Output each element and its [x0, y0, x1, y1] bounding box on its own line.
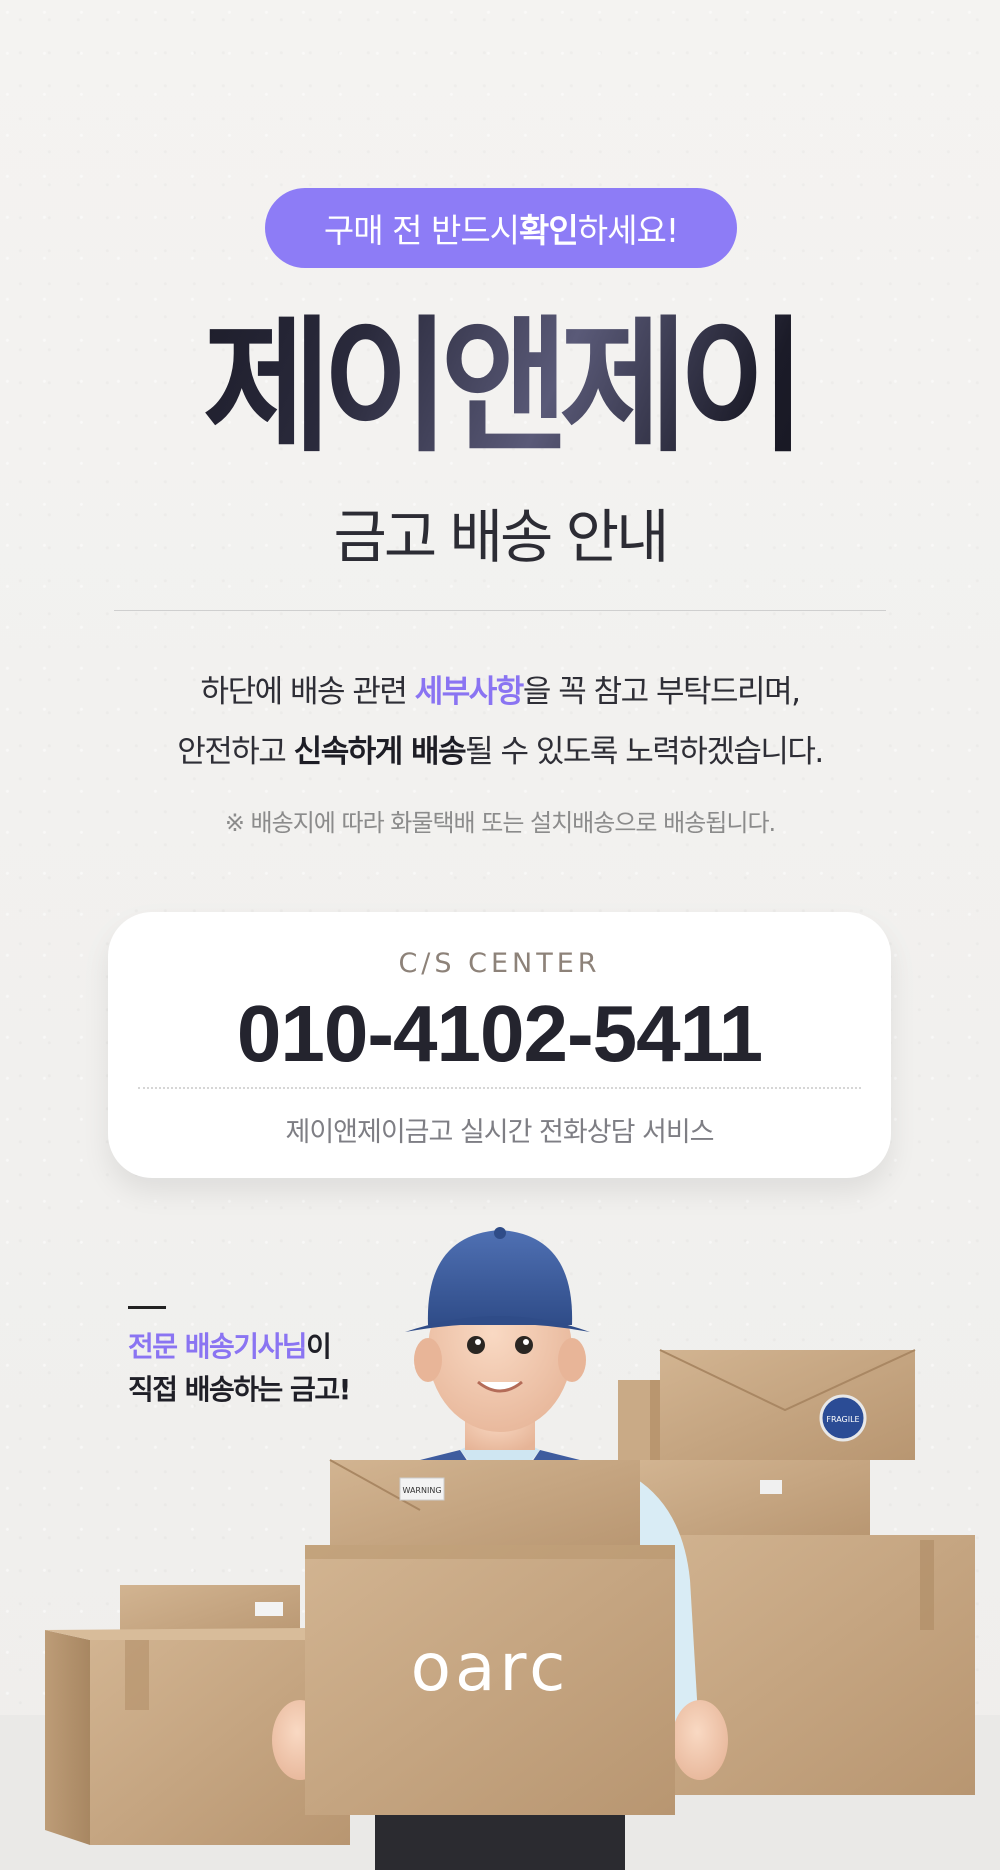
held-boxes: WARNING oarc [305, 1459, 675, 1815]
desc-bold: 신속하게 배송 [293, 734, 467, 770]
banner-prefix: 구매 전 반드시 [323, 211, 520, 250]
cs-label: C/S CENTER [398, 948, 601, 979]
cs-dotted-divider [138, 1087, 861, 1089]
delivery-illustration: FRAGILE WARNING oarc [45, 1227, 975, 1870]
desc-text: 하단에 배송 관련 [200, 674, 415, 710]
cs-phone-number[interactable]: 010-4102-5411 [108, 988, 891, 1080]
cs-service-text: 제이앤제이금고 실시간 전화상담 서비스 [285, 1117, 714, 1148]
page-subtitle: 금고 배송 안내 [333, 503, 669, 571]
desc-text: 안전하고 [177, 734, 294, 770]
shipping-note: ※ 배송지에 따라 화물택배 또는 설치배송으로 배송됩니다. [224, 809, 776, 837]
description-line-1: 하단에 배송 관련 세부사항을 꼭 참고 부탁드리며, [0, 666, 1000, 711]
description-line-2: 안전하고 신속하게 배송될 수 있도록 노력하겠습니다. [0, 726, 1000, 771]
desc-text: 을 꼭 참고 부탁드리며, [522, 674, 801, 710]
oarc-logo: oarc [411, 1629, 570, 1706]
banner-emphasis: 확인 [519, 211, 579, 250]
notice-banner: 구매 전 반드시 확인 하세요! [265, 188, 737, 268]
divider [114, 610, 886, 611]
brand-title: 제이앤제이 [0, 314, 1000, 462]
fragile-sticker: FRAGILE [826, 1415, 859, 1424]
banner-suffix: 하세요! [577, 211, 679, 250]
cs-center-card: C/S CENTER 010-4102-5411 제이앤제이금고 실시간 전화상… [108, 912, 891, 1178]
desc-text: 될 수 있도록 노력하겠습니다. [465, 734, 824, 770]
desc-accent: 세부사항 [414, 674, 525, 710]
warning-label: WARNING [402, 1486, 441, 1495]
